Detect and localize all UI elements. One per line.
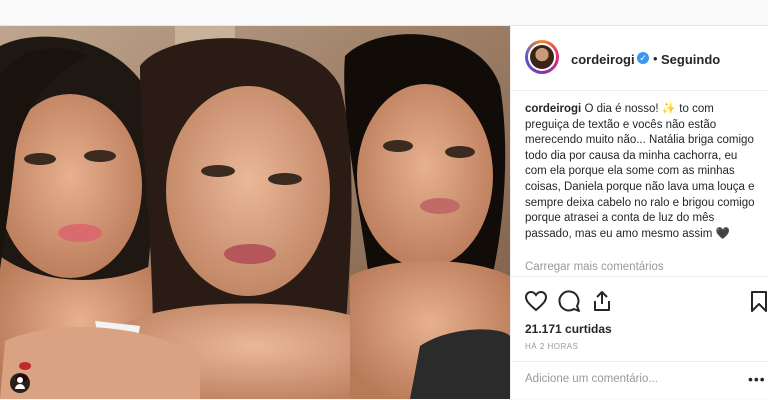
username-link[interactable]: cordeirogi [571, 52, 635, 67]
tag-body [15, 384, 25, 389]
following-button[interactable]: Seguindo [661, 52, 720, 67]
heart-icon[interactable] [524, 289, 548, 313]
post-photo[interactable] [0, 26, 510, 399]
photo-illustration [0, 26, 510, 399]
avatar-inner [528, 43, 556, 71]
caption-username[interactable]: cordeirogi [525, 103, 581, 115]
share-icon[interactable] [590, 289, 614, 313]
likes-count[interactable]: 21.171 curtidas [525, 322, 612, 336]
post-timestamp[interactable]: HÁ 2 HORAS [525, 342, 578, 351]
load-more-comments-link[interactable]: Carregar mais comentários [525, 261, 664, 273]
verified-badge-icon: ✓ [637, 52, 649, 64]
post-caption: cordeirogi O dia é nosso! ✨ to com pregu… [525, 102, 757, 242]
instagram-post: cordeirogi ✓ • Seguindo cordeirogi O dia… [0, 25, 768, 399]
avatar[interactable] [525, 40, 559, 74]
post-side-panel: cordeirogi ✓ • Seguindo cordeirogi O dia… [510, 26, 768, 399]
comment-input[interactable]: Adicione um comentário... [525, 373, 658, 385]
avatar-image [530, 45, 554, 69]
caption-text: O dia é nosso! ✨ to com preguiça de text… [525, 103, 755, 240]
separator-dot: • [653, 51, 658, 66]
bookmark-icon[interactable] [747, 289, 768, 313]
tag-head [17, 377, 23, 383]
more-options-icon[interactable]: ••• [748, 371, 766, 387]
comment-icon[interactable] [557, 289, 581, 313]
user-tag-icon[interactable] [10, 373, 30, 393]
